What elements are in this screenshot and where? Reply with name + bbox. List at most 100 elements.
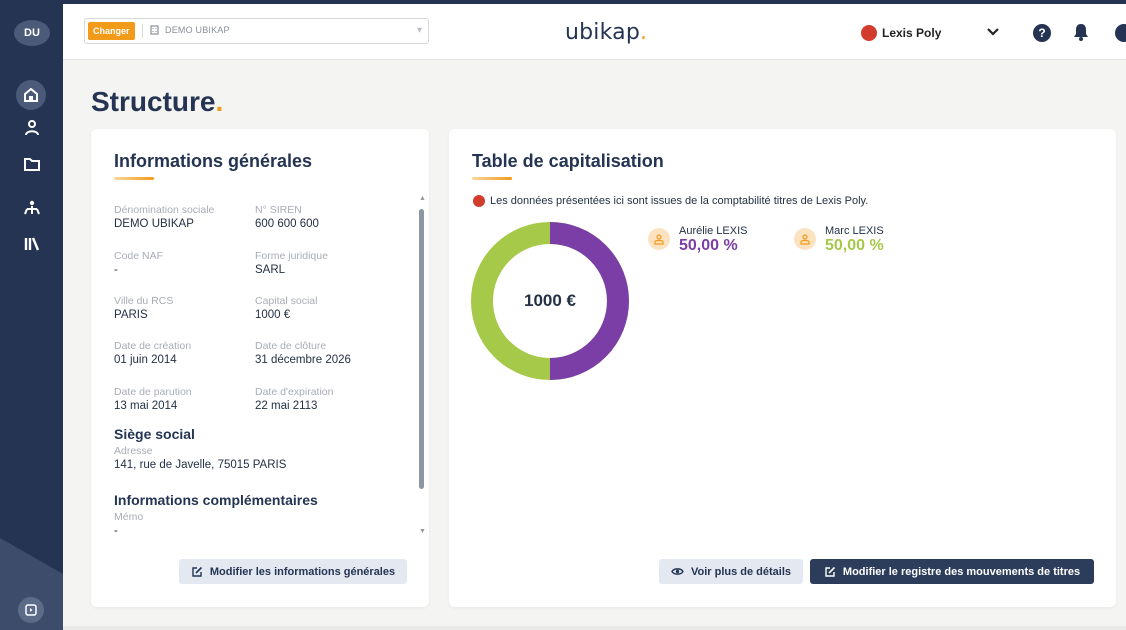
field-label: N° SIREN (255, 204, 302, 216)
additional-info-title: Informations complémentaires (114, 492, 318, 508)
edit-icon (191, 566, 203, 578)
person-icon (794, 228, 816, 250)
edit-general-info-button[interactable]: Modifier les informations générales (179, 559, 407, 584)
holder-name: Aurélie LEXIS (679, 225, 748, 237)
field-expiration-date: Date d'expiration 22 mai 2113 (255, 386, 390, 414)
field-share-capital: Capital social 1000 € (255, 295, 390, 323)
field-label: Adresse (114, 445, 153, 457)
bell-icon (1074, 24, 1088, 41)
page-title-dot: . (215, 86, 224, 117)
cap-table-notice: Les données présentées ici sont issues d… (473, 195, 868, 207)
field-label: Capital social (255, 295, 318, 307)
head-office-title: Siège social (114, 426, 195, 442)
expand-sidebar-icon (25, 604, 37, 616)
help-icon: ? (1038, 26, 1046, 40)
field-value: 1000 € (255, 309, 291, 321)
change-company-button[interactable]: Changer (88, 22, 135, 40)
field-naf-code: Code NAF - (114, 250, 249, 278)
field-value: - (114, 525, 118, 537)
field-publication-date: Date de parution 13 mai 2014 (114, 386, 249, 414)
field-value: - (114, 264, 118, 276)
title-underline (114, 177, 154, 180)
field-company-name: Dénomination sociale DEMO UBIKAP (114, 204, 249, 232)
library-icon (24, 237, 40, 251)
field-label: Code NAF (114, 250, 164, 262)
company-name: DEMO UBIKAP (165, 25, 230, 35)
field-address: Adresse 141, rue de Javelle, 75015 PARIS (114, 445, 364, 473)
notifications-button[interactable] (1073, 23, 1089, 46)
field-value: 31 décembre 2026 (255, 354, 351, 366)
edit-register-label: Modifier le registre des mouvements de t… (842, 565, 1081, 578)
field-label: Date de clôture (255, 340, 327, 352)
field-label: Date de parution (114, 386, 192, 398)
help-button[interactable]: ? (1033, 24, 1051, 42)
field-label: Mémo (114, 511, 144, 523)
brand-dot: . (640, 20, 648, 45)
holder-percent: 50,00 % (679, 237, 738, 254)
view-details-button[interactable]: Voir plus de détails (659, 559, 803, 584)
view-details-label: Voir plus de détails (690, 565, 792, 578)
holder-marc: Marc LEXIS 50,00 % (794, 225, 884, 254)
scroll-down-icon[interactable]: ▼ (419, 528, 426, 535)
holder-name: Marc LEXIS (825, 225, 884, 237)
title-underline (472, 177, 512, 180)
sidebar-item-home[interactable] (16, 80, 46, 110)
holder-percent: 50,00 % (825, 237, 884, 254)
field-value: 141, rue de Javelle, 75015 PARIS (114, 459, 287, 471)
field-value: 22 mai 2113 (255, 400, 318, 412)
expand-sidebar-button[interactable] (18, 597, 44, 623)
user-menu-button[interactable] (1115, 24, 1126, 42)
home-icon (24, 88, 38, 102)
field-siren: N° SIREN 600 600 600 (255, 204, 390, 232)
field-value: PARIS (114, 309, 148, 321)
donut-total: 1000 € (524, 291, 576, 310)
person-icon (648, 228, 670, 250)
holder-aurelie: Aurélie LEXIS 50,00 % (648, 225, 747, 254)
sidebar-item-persons[interactable] (20, 116, 44, 140)
partner-name: Lexis Poly (882, 26, 942, 40)
field-label: Dénomination sociale (114, 204, 215, 216)
field-memo: Mémo - (114, 511, 249, 539)
field-rcs-city: Ville du RCS PARIS (114, 295, 249, 323)
sidebar-item-documents[interactable] (20, 152, 44, 176)
edit-general-info-label: Modifier les informations générales (209, 565, 396, 578)
company-selector[interactable]: Changer DEMO UBIKAP ▾ (84, 18, 429, 44)
notice-text: Les données présentées ici sont issues d… (490, 195, 869, 207)
bottom-strip (63, 626, 1126, 630)
sidebar-item-library[interactable] (20, 232, 44, 256)
top-bar: Changer DEMO UBIKAP ▾ ubikap. Lexis Poly… (63, 0, 1126, 60)
field-creation-date: Date de création 01 juin 2014 (114, 340, 249, 368)
field-value: SARL (255, 264, 286, 276)
org-chart-icon (24, 200, 40, 215)
eye-icon (671, 567, 684, 576)
general-info-title: Informations générales (114, 151, 313, 171)
chevron-down-icon (987, 28, 999, 36)
cap-table-title: Table de capitalisation (472, 151, 664, 171)
building-icon (150, 25, 159, 35)
partner-menu-button[interactable] (987, 24, 999, 39)
field-value: DEMO UBIKAP (114, 218, 194, 230)
selector-divider (142, 24, 143, 38)
scroll-up-icon[interactable]: ▲ (419, 195, 426, 202)
user-avatar[interactable]: DU (14, 20, 50, 46)
person-icon (25, 120, 39, 136)
general-info-scroll-area[interactable]: Dénomination sociale DEMO UBIKAP N° SIRE… (114, 194, 409, 539)
field-value: 01 juin 2014 (114, 354, 177, 366)
general-info-scrollbar[interactable]: ▲ ▼ (418, 195, 426, 535)
field-closing-date: Date de clôture 31 décembre 2026 (255, 340, 390, 368)
edit-register-button[interactable]: Modifier le registre des mouvements de t… (810, 559, 1094, 584)
field-legal-form: Forme juridique SARL (255, 250, 390, 278)
field-value: 600 600 600 (255, 218, 319, 230)
field-label: Forme juridique (255, 250, 328, 262)
cap-table-card: Table de capitalisation Les données prés… (449, 129, 1116, 607)
field-value: 13 mai 2014 (114, 400, 178, 412)
lexis-mark-icon (473, 195, 485, 207)
edit-icon (824, 566, 836, 578)
folder-icon (24, 158, 40, 171)
general-info-card: Informations générales Dénomination soci… (91, 129, 429, 607)
lexis-mark-icon (861, 25, 877, 41)
scrollbar-thumb[interactable] (419, 209, 424, 489)
field-label: Ville du RCS (114, 295, 174, 307)
field-label: Date de création (114, 340, 192, 352)
sidebar-item-organization[interactable] (20, 196, 44, 220)
